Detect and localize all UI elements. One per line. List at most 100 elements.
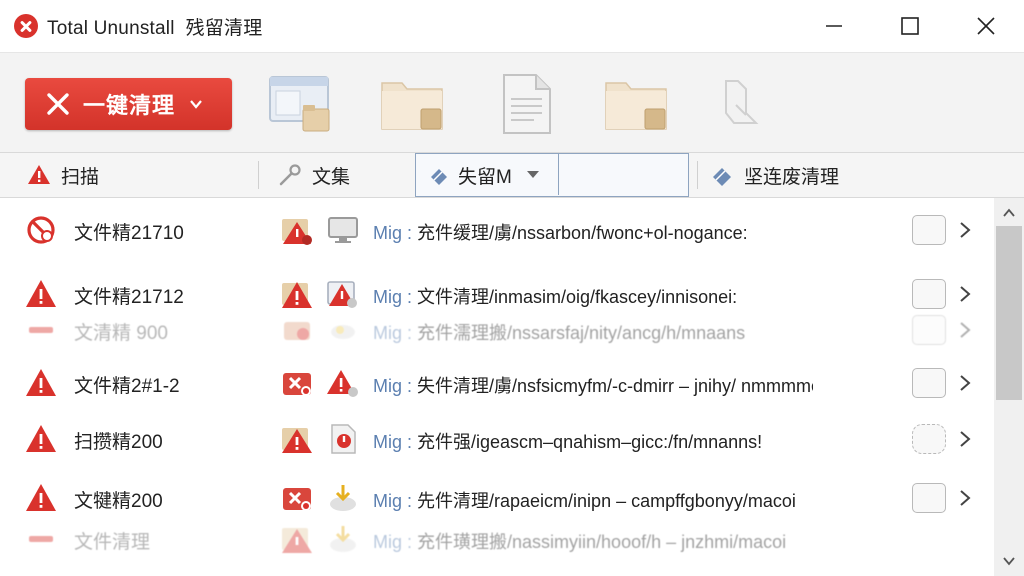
item-path: Mig : 文件清理/inmasim/oig/fkascey/innisonei… [373, 283, 813, 309]
list-item[interactable]: 文清精 900 Mig : 充件濡理搬/nssarsfaj/nity/ancg/… [0, 310, 994, 350]
minus-icon [29, 536, 53, 542]
close-icon [977, 17, 995, 35]
close-button[interactable] [948, 0, 1024, 52]
warning-icon [26, 369, 56, 396]
warning-icon [28, 165, 50, 184]
item-name-text: 文犍精200 [74, 491, 163, 512]
scrollbar-thumb[interactable] [996, 226, 1022, 400]
path-text: 失件清理/虜/nsfsicmyfm/-c-dmirr – jnihy/ nmmm… [412, 376, 813, 396]
item-checkbox[interactable] [912, 368, 946, 398]
folder-warning-icon [282, 219, 312, 245]
tab-separator [258, 161, 259, 189]
path-prefix: Mig : [373, 223, 413, 243]
tab-scan-label: 扫描 [61, 166, 100, 188]
caret-down-icon [526, 171, 539, 178]
chevron-right-icon[interactable] [958, 373, 972, 393]
tab-deep-clean[interactable]: 坚连废清理 [710, 153, 839, 197]
toolbar: 一键清理 [0, 52, 1024, 152]
item-name-text: 文件清理 [74, 532, 151, 553]
path-text: 先件清理/rapaeicm/inipn – campffgbonyy/macoi [412, 491, 796, 511]
item-path: Mig : 充件璜理搬/nassimyiin/hooof/h – jnzhmi/… [373, 528, 813, 554]
item-checkbox[interactable] [912, 215, 946, 245]
window-warning-icon [327, 281, 357, 308]
list-item[interactable]: 文件精2#1-2 Mig : 失件清理/虜/nsfsicmyfm/-c-dmir… [0, 363, 994, 403]
minimize-icon [826, 25, 842, 27]
tab-files[interactable]: 文集 [278, 153, 350, 197]
path-text: 充件璜理搬/nassimyiin/hooof/h – jnzhmi/macoi [412, 532, 787, 552]
title-bar: Total Ununstall 残留清理 [0, 0, 1024, 52]
list-item[interactable]: 文件清理 Mig : 充件璜理搬/nassimyiin/hooof/h – jn… [0, 519, 994, 559]
path-prefix: Mig : [373, 287, 413, 307]
warning-icon [26, 280, 56, 307]
wrench-icon [279, 164, 301, 186]
path-prefix: Mig : [373, 432, 413, 452]
tab-scan[interactable]: 扫描 [27, 153, 99, 197]
registry-window-icon[interactable] [267, 71, 333, 137]
maximize-button[interactable] [872, 0, 948, 52]
list-item[interactable]: 文犍精200 Mig : 先件清理/rapaeicm/inipn – campf… [0, 478, 994, 518]
tab-separator [697, 161, 698, 189]
chevron-right-icon[interactable] [958, 429, 972, 449]
one-click-clean-button[interactable]: 一键清理 [25, 78, 232, 130]
folder-warning-icon [282, 528, 312, 553]
item-path: Mig : 充件濡理搬/nssarsfaj/nity/ancg/h/mnaans [373, 319, 813, 345]
window-title: Total Ununstall 残留清理 [47, 13, 262, 40]
filter-dropdown[interactable]: 失留M [415, 153, 689, 197]
folder-warning-icon [282, 428, 312, 453]
item-name: 文清精 900 [74, 318, 168, 345]
document-icon[interactable] [494, 71, 560, 137]
folder-icon[interactable] [379, 71, 445, 137]
path-text: 充件濡理搬/nssarsfaj/nity/ancg/h/mnaans [412, 323, 746, 343]
archive-folder-icon[interactable] [603, 71, 669, 137]
maximize-icon [901, 17, 919, 35]
item-name-text: 文件精2#1-2 [74, 376, 180, 397]
app-logo-icon [14, 14, 38, 38]
app-name: Total Ununstall [47, 17, 175, 39]
warning-icon [26, 425, 56, 452]
window-controls [796, 0, 1024, 52]
item-checkbox[interactable] [912, 315, 946, 345]
delete-package-icon [283, 488, 311, 511]
item-name: 文件清理 [74, 527, 150, 554]
item-name: 文犍精200 [74, 486, 163, 513]
residue-list: 文件精21710 Mig : 充件缓理/虜/nssarbon/fwonc+ol-… [0, 198, 994, 576]
item-name-text: 文件精21712 [74, 287, 184, 308]
filter-dropdown-value: 失留M [458, 166, 512, 188]
scroll-up-icon[interactable] [1002, 208, 1016, 218]
path-prefix: Mig : [373, 532, 413, 552]
item-path: Mig : 充件强/igeascm–qnahism–gicc:/fn/mnann… [373, 428, 813, 454]
item-checkbox[interactable] [912, 279, 946, 309]
chevron-right-icon[interactable] [958, 284, 972, 304]
chevron-right-icon[interactable] [958, 488, 972, 508]
vertical-scrollbar[interactable] [994, 198, 1024, 576]
chevron-down-icon [190, 100, 202, 109]
item-name-text: 文件精21710 [74, 223, 184, 244]
list-item[interactable]: 文件精21710 Mig : 充件缓理/虜/nssarbon/fwonc+ol-… [0, 210, 994, 250]
item-name: 文件精2#1-2 [74, 371, 180, 398]
warning-icon [327, 370, 358, 397]
tool-icon [331, 325, 355, 339]
item-path: Mig : 失件清理/虜/nsfsicmyfm/-c-dmirr – jnihy… [373, 372, 813, 398]
item-path: Mig : 先件清理/rapaeicm/inipn – campffgbonyy… [373, 487, 813, 513]
item-checkbox[interactable] [912, 424, 946, 454]
path-prefix: Mig : [373, 376, 413, 396]
tab-files-label: 文集 [312, 166, 351, 188]
list-item[interactable]: 文件精21712 Mig : 文件清理/inmasim/oig/fkascey/… [0, 274, 994, 314]
item-name: 扫攒精200 [74, 427, 163, 454]
minus-icon [29, 327, 53, 333]
one-click-clean-label: 一键清理 [83, 93, 176, 118]
item-name: 文件精21710 [74, 218, 184, 245]
chevron-right-icon[interactable] [958, 220, 972, 240]
warning-icon [26, 484, 56, 511]
item-name-text: 扫攒精200 [74, 432, 163, 453]
item-checkbox[interactable] [912, 483, 946, 513]
scroll-down-icon[interactable] [1002, 556, 1016, 566]
download-tool-icon [330, 526, 356, 552]
list-item[interactable]: 扫攒精200 Mig : 充件强/igeascm–qnahism–gicc:/f… [0, 419, 994, 459]
minimize-button[interactable] [796, 0, 872, 52]
chevron-right-icon[interactable] [958, 320, 972, 340]
document-warning-icon [331, 424, 356, 454]
export-file-icon[interactable] [710, 71, 776, 137]
eraser-icon [431, 169, 447, 185]
eraser-icon [713, 168, 731, 186]
